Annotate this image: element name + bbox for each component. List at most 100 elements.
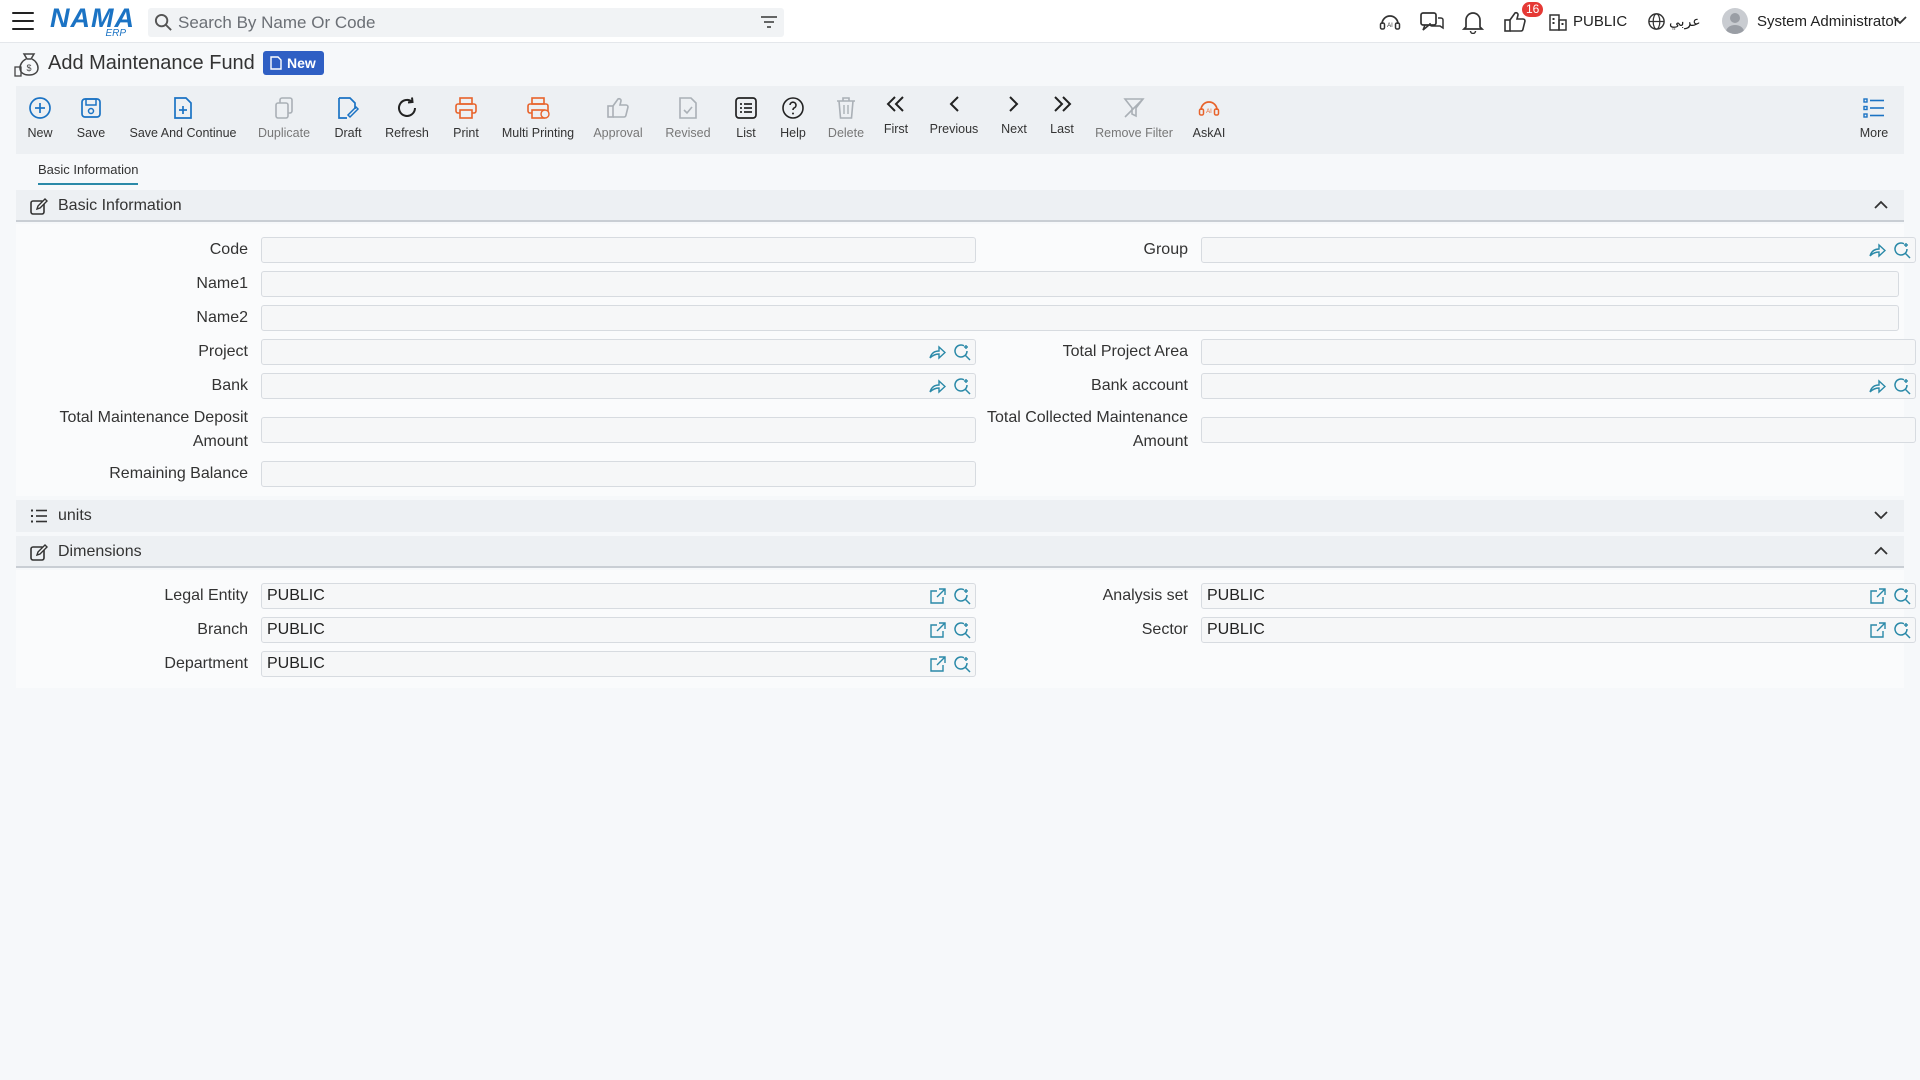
bank-account-input[interactable]: [1202, 374, 1915, 398]
section-title: Basic Information: [58, 197, 182, 214]
save-and-continue-button[interactable]: Save And Continue: [128, 86, 238, 154]
code-field[interactable]: [261, 237, 976, 263]
legal-entity-field[interactable]: [261, 583, 976, 609]
chevron-up-icon[interactable]: [1874, 546, 1888, 556]
refresh-button[interactable]: Refresh: [382, 86, 432, 154]
sector-input[interactable]: [1202, 618, 1915, 642]
filter-icon[interactable]: [760, 14, 778, 30]
help-button[interactable]: Help: [773, 86, 813, 154]
lookup-search-icon[interactable]: [1894, 242, 1911, 259]
analysis-set-field[interactable]: [1201, 583, 1916, 609]
project-field[interactable]: [261, 339, 976, 365]
company-building-icon[interactable]: [1548, 12, 1568, 32]
share-icon[interactable]: [929, 378, 947, 395]
bell-icon[interactable]: [1462, 10, 1484, 34]
department-input[interactable]: [262, 652, 975, 676]
bank-input[interactable]: [262, 374, 975, 398]
lookup-search-icon[interactable]: [954, 378, 971, 395]
chat-icon[interactable]: [1419, 10, 1445, 34]
user-name[interactable]: System Administrator: [1757, 13, 1899, 30]
more-button[interactable]: More: [1854, 86, 1894, 154]
chevron-up-icon[interactable]: [1874, 200, 1888, 210]
duplicate-button[interactable]: Duplicate: [254, 86, 314, 154]
globe-icon[interactable]: [1647, 12, 1666, 31]
group-field[interactable]: [1201, 237, 1916, 263]
bank-field[interactable]: [261, 373, 976, 399]
share-icon[interactable]: [1869, 242, 1887, 259]
external-link-icon[interactable]: [929, 622, 946, 639]
total-deposit-field[interactable]: [261, 417, 976, 443]
lookup-search-icon[interactable]: [954, 344, 971, 361]
first-button[interactable]: First: [876, 86, 916, 154]
list-button[interactable]: List: [726, 86, 766, 154]
external-link-icon[interactable]: [929, 588, 946, 605]
lookup-search-icon[interactable]: [1894, 622, 1911, 639]
total-collected-input[interactable]: [1202, 418, 1915, 442]
name2-input[interactable]: [262, 306, 1898, 330]
analysis-set-label: Analysis set: [1102, 587, 1188, 604]
name2-field[interactable]: [261, 305, 1899, 331]
last-button[interactable]: Last: [1044, 86, 1080, 154]
askai-button[interactable]: AI AskAI: [1188, 86, 1230, 154]
svg-text:AI: AI: [1206, 109, 1212, 115]
remaining-balance-field[interactable]: [261, 461, 976, 487]
external-link-icon[interactable]: [1869, 588, 1886, 605]
name1-input[interactable]: [262, 272, 1898, 296]
multi-printing-button[interactable]: Multi Printing: [496, 86, 580, 154]
total-collected-field[interactable]: [1201, 417, 1916, 443]
code-input[interactable]: [262, 238, 975, 262]
draft-button[interactable]: Draft: [329, 86, 367, 154]
company-selector[interactable]: PUBLIC: [1573, 13, 1627, 30]
section-header-dimensions[interactable]: Dimensions: [16, 536, 1904, 568]
lookup-search-icon[interactable]: [1894, 378, 1911, 395]
bank-account-label: Bank account: [1091, 377, 1188, 394]
share-icon[interactable]: [1869, 378, 1887, 395]
branch-input[interactable]: [262, 618, 975, 642]
sector-field[interactable]: [1201, 617, 1916, 643]
tab-basic-information[interactable]: Basic Information: [38, 162, 139, 185]
app-logo[interactable]: NAMA ERP: [50, 4, 134, 39]
lookup-search-icon[interactable]: [954, 622, 971, 639]
lookup-search-icon[interactable]: [1894, 588, 1911, 605]
remaining-balance-label: Remaining Balance: [109, 465, 248, 482]
save-button[interactable]: Save: [72, 86, 110, 154]
total-project-area-input[interactable]: [1202, 340, 1915, 364]
branch-field[interactable]: [261, 617, 976, 643]
lookup-search-icon[interactable]: [954, 588, 971, 605]
delete-button[interactable]: Delete: [823, 86, 869, 154]
section-header-units[interactable]: units: [16, 500, 1904, 532]
legal-entity-input[interactable]: [262, 584, 975, 608]
print-button[interactable]: Print: [446, 86, 486, 154]
name1-label: Name1: [196, 275, 248, 292]
bank-account-field[interactable]: [1201, 373, 1916, 399]
department-field[interactable]: [261, 651, 976, 677]
remove-filter-button[interactable]: Remove Filter: [1094, 86, 1174, 154]
next-button[interactable]: Next: [996, 86, 1032, 154]
ai-support-icon[interactable]: AI: [1378, 10, 1402, 34]
total-deposit-input[interactable]: [262, 418, 975, 442]
analysis-set-input[interactable]: [1202, 584, 1915, 608]
search-input[interactable]: [178, 8, 738, 37]
chevron-down-icon[interactable]: [1893, 15, 1907, 25]
language-switch[interactable]: عربي: [1669, 13, 1701, 30]
name1-field[interactable]: [261, 271, 1899, 297]
logo-subtext: ERP: [105, 28, 126, 39]
section-header-basic-information[interactable]: Basic Information: [16, 190, 1904, 222]
project-input[interactable]: [262, 340, 975, 364]
group-input[interactable]: [1202, 238, 1915, 262]
revised-button[interactable]: Revised: [661, 86, 715, 154]
draft-label: Draft: [334, 126, 362, 140]
external-link-icon[interactable]: [1869, 622, 1886, 639]
total-project-area-field[interactable]: [1201, 339, 1916, 365]
lookup-search-icon[interactable]: [954, 656, 971, 673]
external-link-icon[interactable]: [929, 656, 946, 673]
approval-button[interactable]: Approval: [588, 86, 648, 154]
share-icon[interactable]: [929, 344, 947, 361]
remaining-balance-input[interactable]: [262, 462, 975, 486]
menu-icon[interactable]: [12, 12, 34, 30]
bank-label: Bank: [211, 377, 248, 394]
previous-button[interactable]: Previous: [924, 86, 984, 154]
new-button[interactable]: New: [22, 86, 58, 154]
avatar[interactable]: [1722, 8, 1748, 34]
chevron-down-icon[interactable]: [1874, 510, 1888, 520]
